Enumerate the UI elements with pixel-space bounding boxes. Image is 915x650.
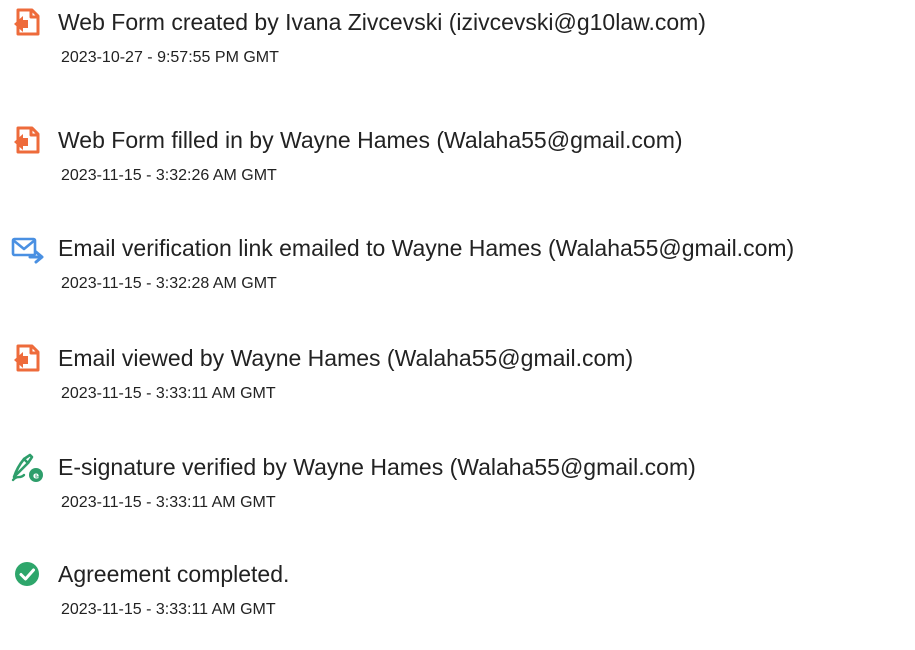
event-description: Web Form filled in by Wayne Hames (Walah… [58, 127, 683, 153]
event-description: Email verification link emailed to Wayne… [58, 235, 795, 261]
event-timestamp: 2023-11-15 - 3:33:11 AM GMT [61, 494, 276, 511]
document-icon [10, 4, 46, 40]
audit-history: Web Form created by Ivana Zivcevski (izi… [0, 0, 915, 650]
history-event: Agreement completed. 2023-11-15 - 3:33:1… [10, 556, 915, 636]
event-description: Agreement completed. [58, 561, 290, 587]
history-event: Email verification link emailed to Wayne… [10, 230, 915, 310]
event-timestamp: 2023-11-15 - 3:32:26 AM GMT [61, 167, 277, 184]
email-send-icon [10, 230, 46, 266]
svg-text:e: e [33, 472, 39, 482]
history-event: Web Form filled in by Wayne Hames (Walah… [10, 122, 915, 202]
event-timestamp: 2023-10-27 - 9:57:55 PM GMT [61, 49, 279, 66]
event-timestamp: 2023-11-15 - 3:32:28 AM GMT [61, 275, 277, 292]
check-circle-icon [10, 556, 46, 592]
document-icon [10, 122, 46, 158]
event-description: Email viewed by Wayne Hames (Walaha55@gm… [58, 345, 634, 371]
event-description: E-signature verified by Wayne Hames (Wal… [58, 454, 696, 480]
document-icon [10, 340, 46, 376]
event-description: Web Form created by Ivana Zivcevski (izi… [58, 9, 706, 35]
event-timestamp: 2023-11-15 - 3:33:11 AM GMT [61, 385, 276, 402]
e-signature-icon: e [10, 449, 46, 485]
event-timestamp: 2023-11-15 - 3:33:11 AM GMT [61, 601, 276, 618]
history-event: Web Form created by Ivana Zivcevski (izi… [10, 4, 915, 84]
history-event: Email viewed by Wayne Hames (Walaha55@gm… [10, 340, 915, 420]
history-event: e E-signature verified by Wayne Hames (W… [10, 449, 915, 529]
